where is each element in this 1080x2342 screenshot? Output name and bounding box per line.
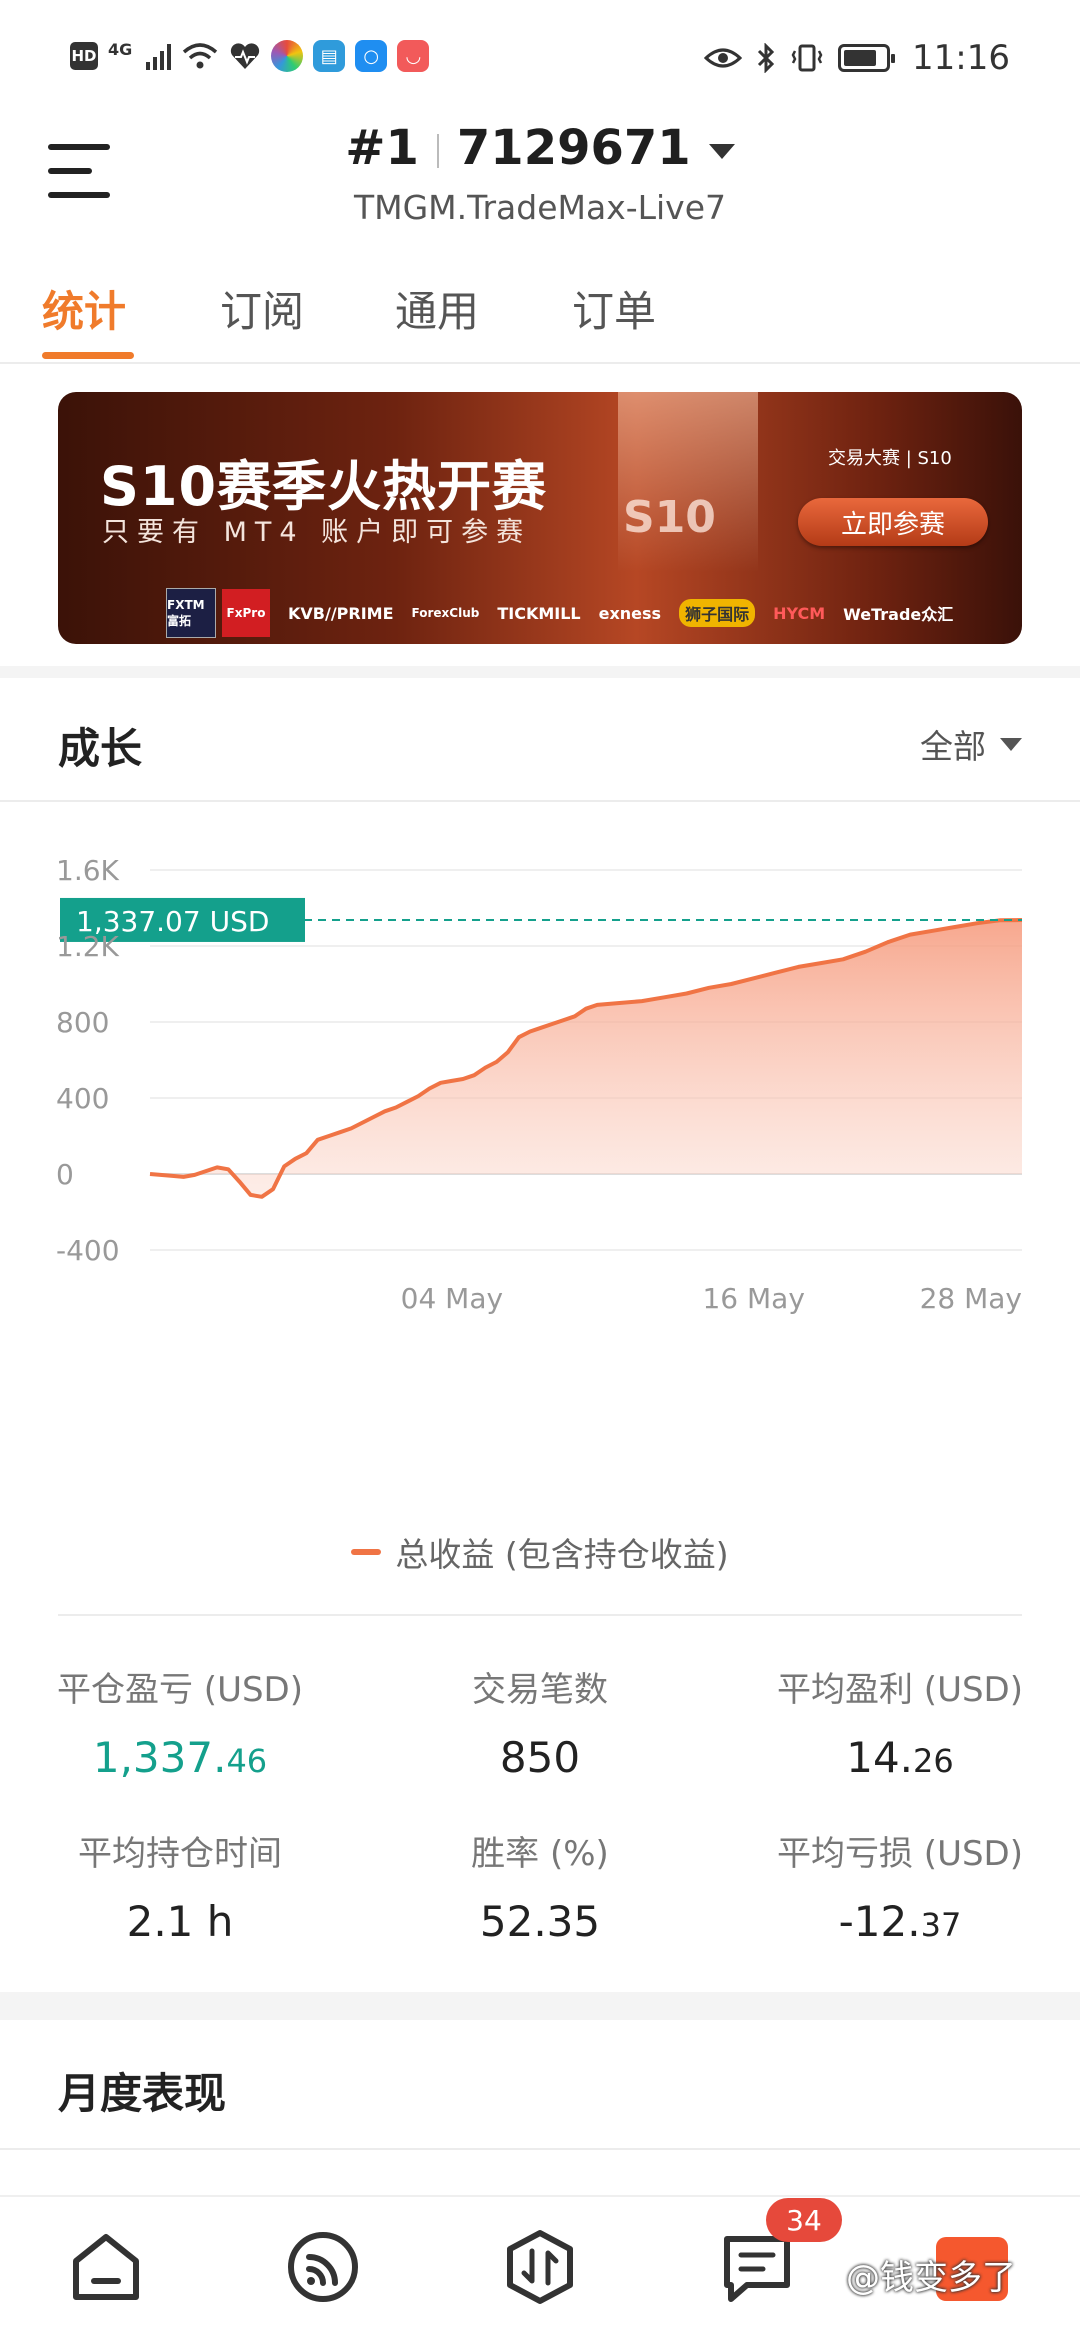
- monthly-performance-title: 月度表现: [58, 2069, 227, 2118]
- stat-value: -12.37: [838, 1897, 962, 1946]
- stat-avg-loss: 平均亏损 (USD) -12.37: [720, 1826, 1080, 1946]
- bluetooth-icon: [757, 43, 775, 73]
- banner-brand: 交易大赛 | S10: [828, 448, 952, 469]
- clock: 11:16: [912, 38, 1010, 78]
- join-contest-button[interactable]: 立即参赛: [798, 498, 988, 546]
- status-left: HD 4G ▤ ○ ◡: [70, 39, 430, 72]
- divider: [0, 800, 1080, 802]
- range-filter-label: 全部: [920, 727, 986, 766]
- shop-app-icon: ◡: [397, 40, 430, 72]
- chevron-down-icon: [708, 143, 735, 159]
- app-colorful-icon: [271, 40, 304, 72]
- stat-label: 胜率 (%): [471, 1834, 609, 1874]
- sponsor-logo: KVB//PRIME: [288, 603, 394, 623]
- banner-subtitle: 只要有 MT4 账户即可参赛: [102, 517, 532, 548]
- legend-label: 总收益 (包含持仓收益): [395, 1535, 729, 1574]
- home-icon[interactable]: [66, 2227, 146, 2307]
- account-id: 7129671: [456, 120, 691, 176]
- status-right: 11:16: [704, 38, 1010, 78]
- tab-statistics[interactable]: 统计: [42, 278, 126, 339]
- battery-icon: [838, 44, 896, 72]
- stat-label: 平均亏损 (USD): [777, 1834, 1023, 1874]
- tab-general[interactable]: 通用: [395, 278, 479, 339]
- hd-indicator: HD: [70, 42, 98, 70]
- sponsor-logo: exness: [598, 603, 662, 623]
- vibrate-icon: [791, 44, 823, 72]
- search-app-icon: ○: [355, 40, 388, 72]
- stat-label: 平均持仓时间: [78, 1834, 282, 1874]
- sponsor-logo: WeTrade众汇: [843, 605, 954, 624]
- sponsor-logo: FXTM 富拓: [166, 588, 216, 638]
- section-divider: [0, 666, 1080, 678]
- sponsor-logos: FXTM 富拓 FxPro KVB//PRIME ForexClub TICKM…: [166, 588, 953, 638]
- series-area: [150, 920, 1022, 1197]
- stat-label: 平仓盈亏 (USD): [57, 1670, 303, 1710]
- banner-season-mark: S10: [623, 492, 716, 543]
- account-selector[interactable]: #1 7129671: [0, 120, 1080, 176]
- account-rank: #1: [345, 120, 419, 176]
- stat-win-rate: 胜率 (%) 52.35: [360, 1826, 720, 1946]
- stat-value: 1,337.46: [92, 1733, 268, 1782]
- y-tick-label: 1.2K: [56, 930, 120, 963]
- stat-value: 850: [499, 1733, 581, 1782]
- divider: [0, 2148, 1080, 2150]
- growth-title: 成长: [58, 724, 143, 773]
- sponsor-logo: 狮子国际: [679, 599, 756, 627]
- feed-icon[interactable]: [283, 2227, 363, 2307]
- tab-bar: 统计 订阅 通用 订单: [0, 270, 1080, 364]
- stat-closed-pnl: 平仓盈亏 (USD) 1,337.46: [0, 1662, 360, 1782]
- stat-value: 2.1 h: [126, 1897, 234, 1946]
- promo-banner[interactable]: S10赛季火热开赛 只要有 MT4 账户即可参赛 S10 交易大赛 | S10 …: [58, 392, 1022, 644]
- signal-icon: [146, 42, 172, 70]
- chevron-down-icon: [1000, 737, 1022, 751]
- y-tick-label: 0: [56, 1158, 74, 1191]
- sponsor-logo: ForexClub: [411, 606, 480, 620]
- y-tick-label: -400: [56, 1234, 120, 1267]
- active-tab-indicator: [42, 352, 134, 359]
- chart-legend: 总收益 (包含持仓收益): [0, 1528, 1080, 1576]
- x-tick-label: 04 May: [401, 1282, 503, 1315]
- sponsor-logo: TICKMILL: [497, 603, 581, 623]
- stat-label: 交易笔数: [472, 1670, 608, 1710]
- health-icon: [231, 43, 260, 69]
- sponsor-logo: FxPro: [222, 589, 270, 637]
- book-app-icon: ▤: [313, 40, 346, 72]
- range-filter-dropdown[interactable]: 全部: [920, 720, 1022, 768]
- tab-orders[interactable]: 订单: [572, 278, 656, 339]
- message-count-badge: 34: [766, 2198, 842, 2242]
- x-tick-label: 28 May: [920, 1282, 1022, 1315]
- trade-icon[interactable]: [500, 2227, 580, 2307]
- tab-subscribe[interactable]: 订阅: [220, 278, 304, 339]
- stat-avg-hold-time: 平均持仓时间 2.1 h: [0, 1826, 360, 1946]
- eye-icon: [704, 48, 743, 68]
- y-tick-label: 400: [56, 1082, 109, 1115]
- growth-chart[interactable]: 1,337.07 USD 1.6K1.2K8004000-40004 May 16…: [0, 830, 1080, 1510]
- stat-label: 平均盈利 (USD): [777, 1670, 1023, 1710]
- stat-avg-profit: 平均盈利 (USD) 14.26: [720, 1662, 1080, 1782]
- wifi-icon: [183, 43, 218, 69]
- y-tick-label: 1.6K: [56, 854, 120, 887]
- stat-value: 52.35: [479, 1897, 601, 1946]
- server-name: TMGM.TradeMax-Live7: [353, 188, 727, 227]
- y-tick-label: 800: [56, 1006, 109, 1039]
- network-type: 4G: [108, 39, 133, 59]
- banner-spotlight: [618, 392, 758, 572]
- divider: [58, 1614, 1022, 1616]
- section-divider: [0, 1992, 1080, 2020]
- x-tick-label: 16 May: [702, 1282, 804, 1315]
- watermark: @钱变多了: [846, 2258, 1016, 2298]
- stat-trade-count: 交易笔数 850: [360, 1662, 720, 1782]
- account-separator: [436, 134, 439, 168]
- legend-swatch: [351, 1549, 382, 1555]
- sponsor-logo: HYCM: [773, 603, 826, 623]
- stat-value: 14.26: [846, 1733, 954, 1782]
- status-bar: HD 4G ▤ ○ ◡ 11:16: [0, 0, 1080, 120]
